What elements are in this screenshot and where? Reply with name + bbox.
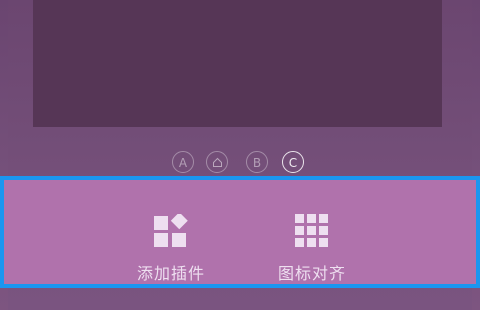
edit-actions-bar: 添加插件 图标对齐: [0, 176, 480, 288]
page-dot-c[interactable]: C: [282, 151, 304, 173]
page-indicator: A B C: [0, 151, 480, 175]
grid-icon: [295, 214, 328, 247]
homescreen-preview[interactable]: [33, 0, 442, 127]
page-dot-home[interactable]: [206, 151, 228, 173]
page-dot-a[interactable]: A: [172, 151, 194, 173]
add-widget-label: 添加插件: [136, 264, 205, 283]
align-icons-label: 图标对齐: [277, 264, 346, 283]
page-dot-b[interactable]: B: [246, 151, 268, 173]
add-widget-button[interactable]: 添加插件: [116, 214, 226, 284]
align-icons-button[interactable]: 图标对齐: [257, 214, 367, 284]
add-widget-icon: [154, 214, 188, 247]
home-icon: [213, 157, 222, 167]
